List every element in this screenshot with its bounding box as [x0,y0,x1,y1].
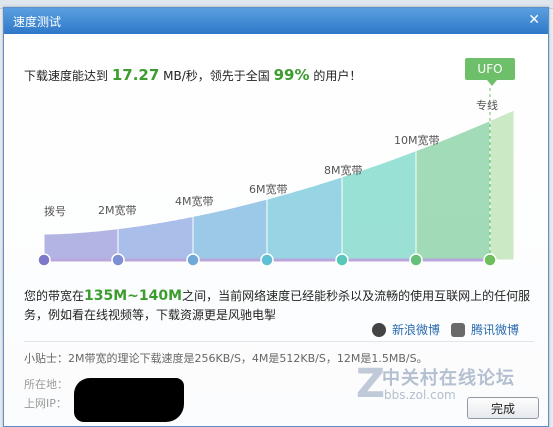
watermark-url: bbs.zol.com [384,388,456,402]
ranking-percent: 99% [273,66,310,84]
watermark-logo-letter: Z [356,361,386,407]
bandwidth-description: 您的带宽在135M~140M之间，当前网络速度已经能秒杀以及流畅的使用互联网上的… [24,287,544,325]
speed-band-6 [489,109,515,261]
headline-unit: MB/秒，领先于全国 [163,69,270,83]
title-bar: 速度测试 ✕ [4,8,548,34]
level-label-leased-line: 专线 [476,99,498,112]
ip-label: 上网IP： [24,397,67,410]
sina-weibo-icon [372,322,386,337]
level-dot-2 [186,253,200,267]
watermark-text: 中关村在线论坛 [382,368,515,389]
level-label-4m: 4M宽带 [175,195,214,208]
headline-suffix: 的用户！ [313,69,362,83]
dialog-title: 速度测试 [13,15,62,29]
speed-test-dialog: 速度测试 ✕ 下载速度能达到 17.27 MB/秒，领先于全国 99% 的用户！… [3,7,549,427]
location-label: 所在地： [24,378,68,391]
share-tencent-weibo-label: 腾讯微博 [471,323,520,337]
level-label-10m: 10M宽带 [394,134,440,147]
level-dot-3 [260,253,274,267]
level-label-2m: 2M宽带 [98,204,137,217]
level-label-6m: 6M宽带 [249,183,288,196]
share-sina-weibo-link[interactable]: 新浪微博 [372,321,440,338]
level-dot-1 [111,253,125,267]
speed-band-1 [117,215,194,261]
level-dot-0 [37,253,51,267]
close-icon[interactable]: ✕ [528,12,540,28]
level-label-8m: 8M宽带 [324,164,363,177]
ufo-badge-pointer [487,80,497,86]
headline-prefix: 下载速度能达到 [24,69,109,83]
done-button[interactable]: 完成 [467,397,539,419]
divider [24,341,534,342]
speed-headline: 下载速度能达到 17.27 MB/秒，领先于全国 99% 的用户！ [24,66,361,84]
speed-band-0 [43,228,119,261]
bandwidth-prefix: 您的带宽在 [24,289,85,303]
tencent-weibo-icon [451,322,465,337]
redacted-info [74,378,184,422]
download-speed-value: 17.27 [111,66,160,84]
level-label-dialup: 拨号 [44,205,66,218]
bandwidth-range: 135M~140M [84,288,183,304]
level-dot-4 [335,253,349,267]
share-sina-weibo-label: 新浪微博 [392,323,441,337]
level-dot-5 [409,253,423,267]
share-tencent-weibo-link[interactable]: 腾讯微博 [451,321,519,338]
ufo-speed-badge: UFO [465,58,515,80]
